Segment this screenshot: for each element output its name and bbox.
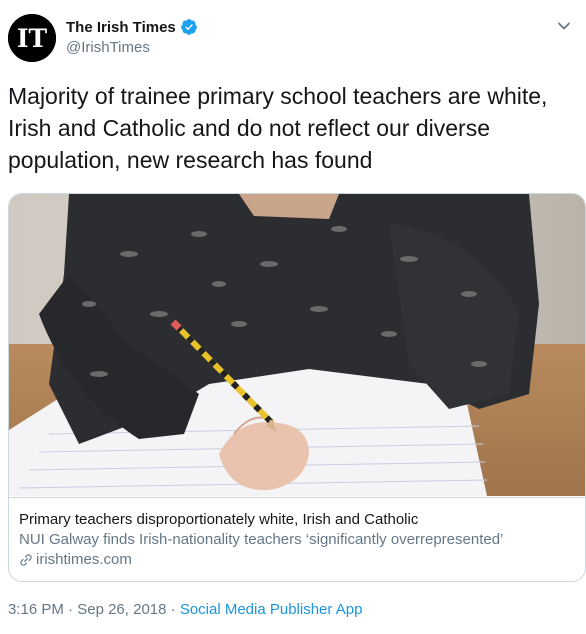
display-name[interactable]: The Irish Times [66,19,176,36]
link-icon [19,553,33,567]
tweet-date[interactable]: Sep 26, 2018 [77,601,166,618]
tweet-time[interactable]: 3:16 PM [8,601,64,618]
avatar[interactable]: IT [8,14,56,62]
card-image[interactable] [9,194,585,496]
meta-separator: · [166,601,180,618]
card-domain-text: irishtimes.com [36,551,132,568]
card-description: NUI Galway finds Irish-nationality teach… [19,531,504,548]
author-names: The Irish Times @IrishTimes [66,18,198,56]
tweet-meta: 3:16 PM · Sep 26, 2018 · Social Media Pu… [8,601,362,618]
card-domain: irishtimes.com [19,550,577,570]
chevron-down-icon[interactable] [554,16,574,36]
tweet-text: Majority of trainee primary school teach… [8,83,548,173]
irish-times-logo-icon: IT [8,14,56,62]
verified-badge-icon [180,18,198,36]
source-app-link[interactable]: Social Media Publisher App [180,601,363,618]
tweet-header: IT The Irish Times @IrishTimes [8,12,578,62]
author-name-row[interactable]: The Irish Times [66,18,198,36]
photo-child-writing-icon [9,194,585,496]
card-body[interactable]: Primary teachers disproportionately whit… [9,497,585,581]
author-handle[interactable]: @IrishTimes [66,39,198,56]
avatar-logo-text: IT [17,24,48,53]
link-card[interactable]: Primary teachers disproportionately whit… [8,193,586,582]
tweet: IT The Irish Times @IrishTimes Majority … [0,0,586,634]
card-title: Primary teachers disproportionately whit… [19,511,419,528]
meta-separator: · [63,601,78,618]
